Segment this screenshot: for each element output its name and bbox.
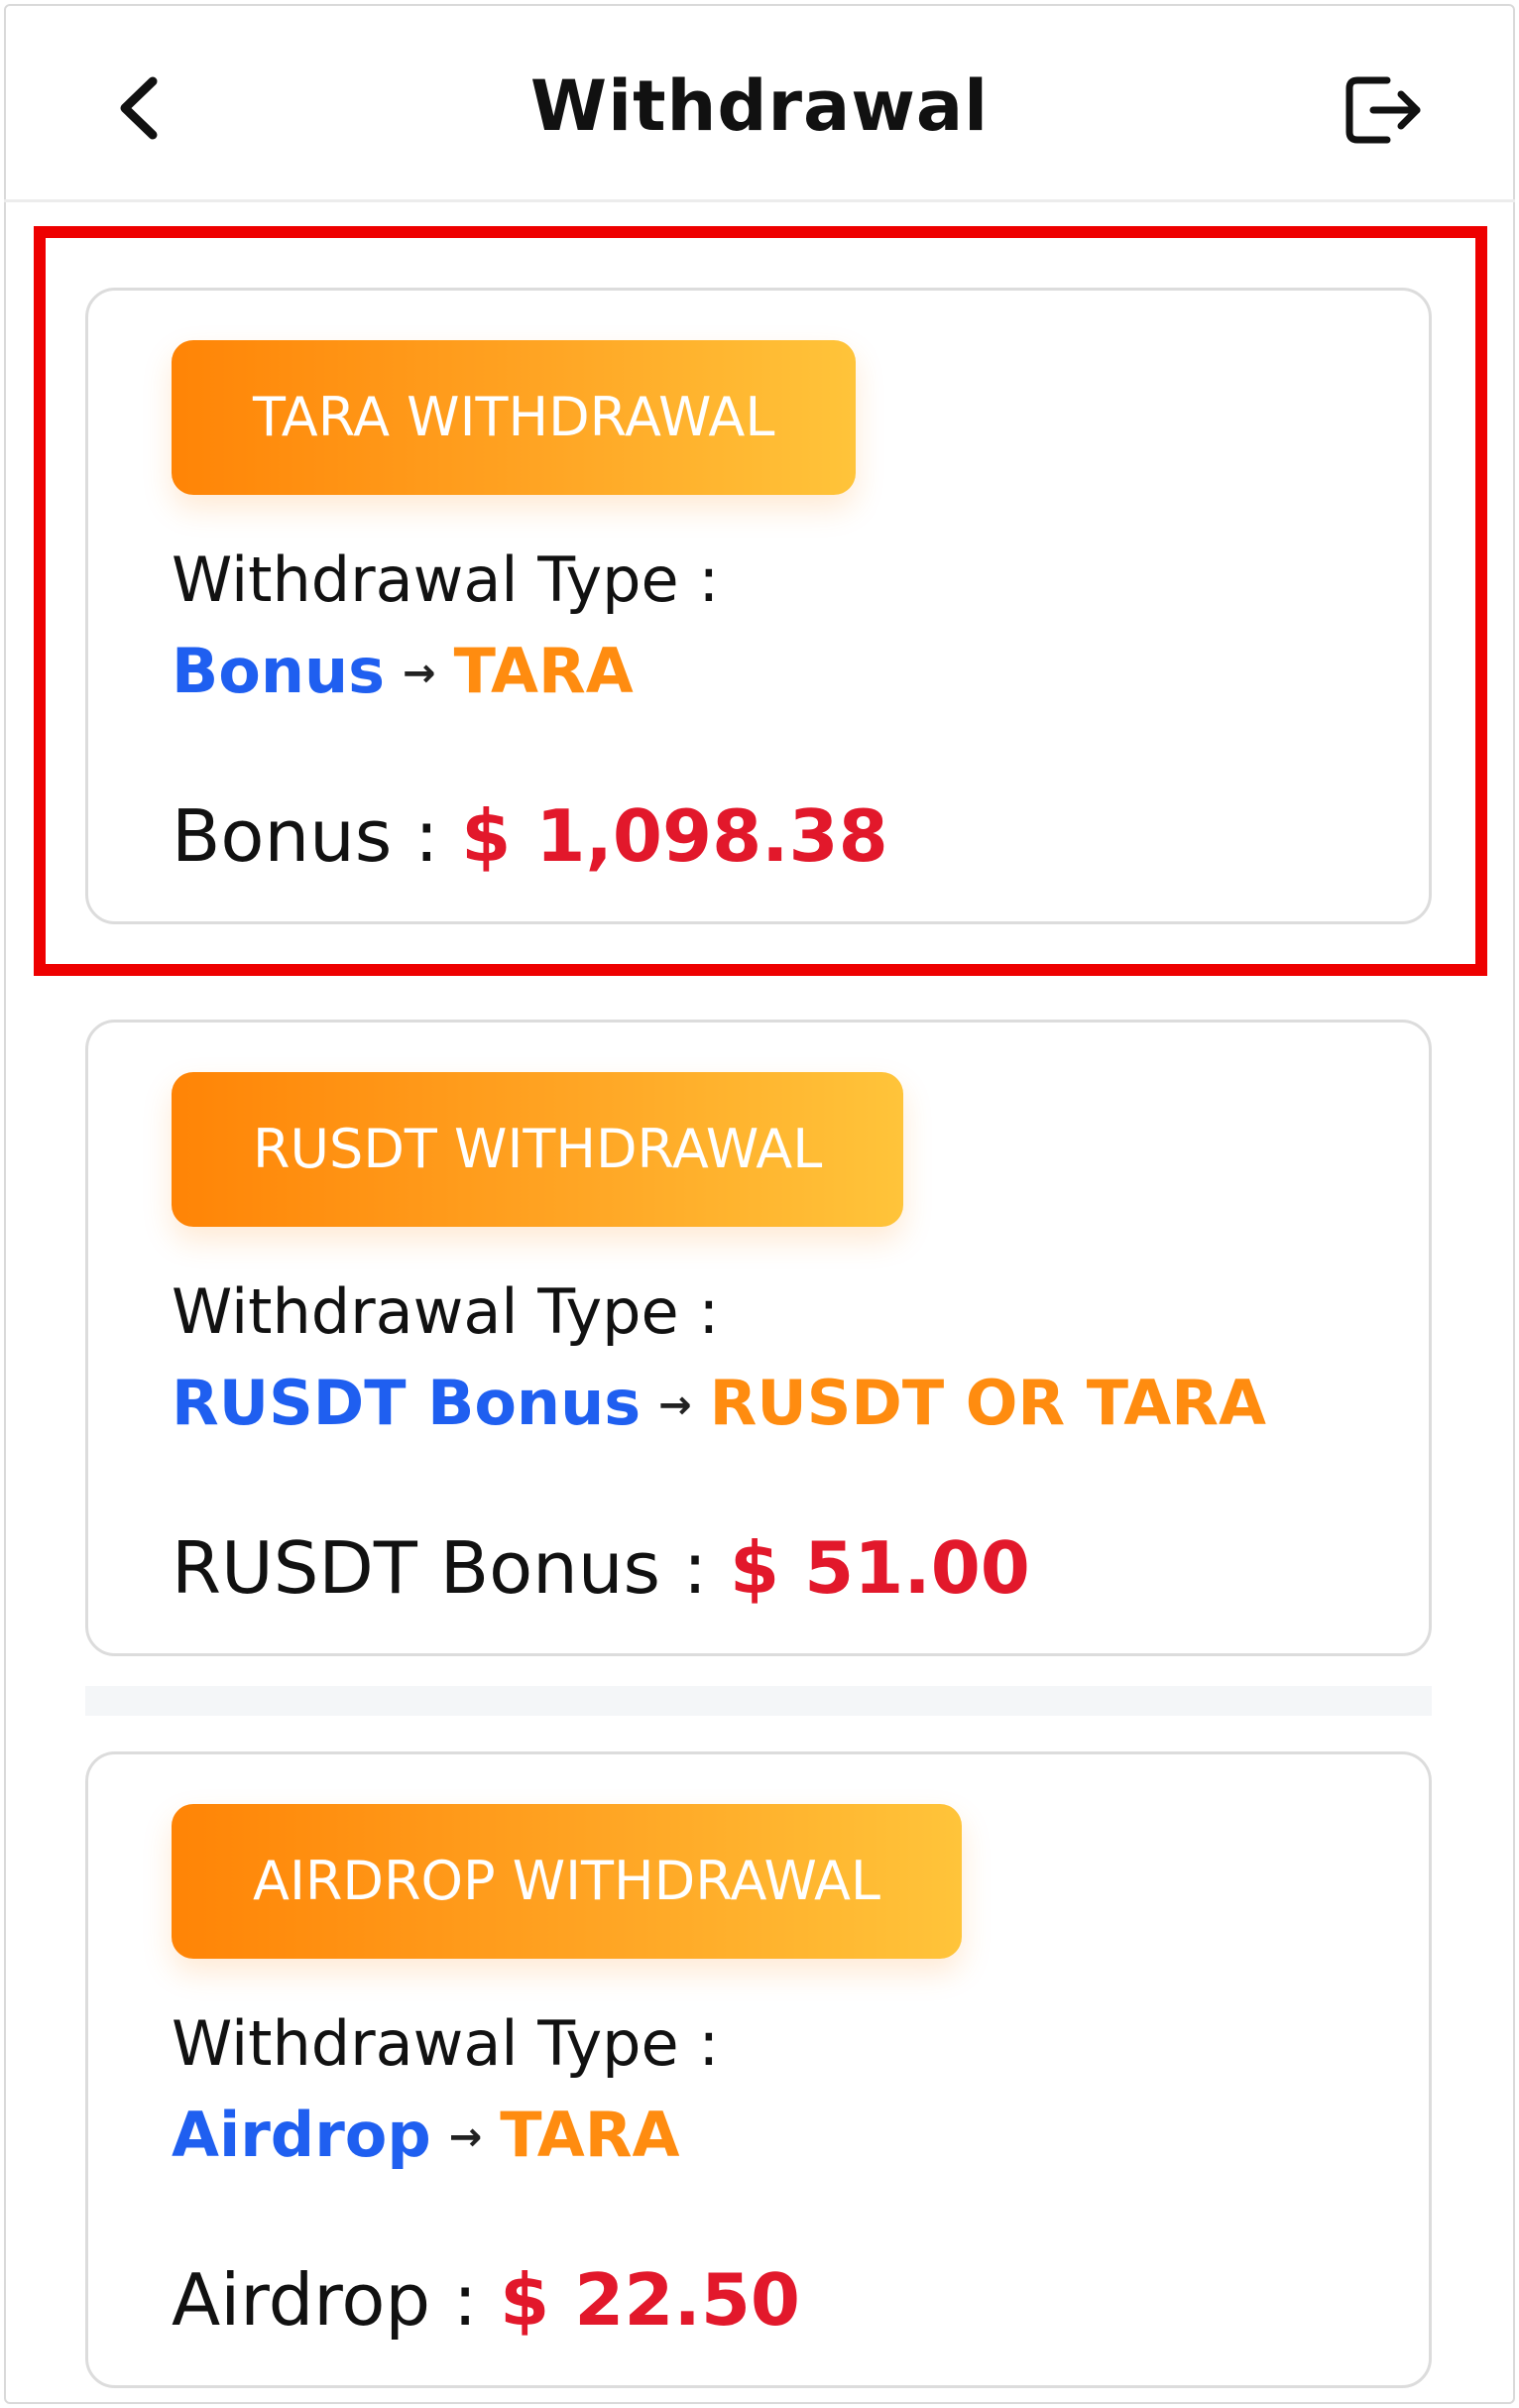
withdrawal-type-flow: Airdrop → TARA [172,2096,679,2183]
destination-wallet: TARA [500,2099,680,2171]
airdrop-withdrawal-button[interactable]: AIRDROP WITHDRAWAL [172,1804,962,1959]
balance-amount: $ 1,098.38 [461,794,888,878]
top-bar: Withdrawal [4,4,1515,202]
arrow-right-icon: → [658,1383,692,1428]
balance-row: Airdrop : $ 22.50 [172,2254,800,2346]
withdrawal-type-label: Withdrawal Type : [172,1275,720,1348]
page-title: Withdrawal [529,65,990,147]
balance-label: Airdrop : [172,2258,478,2342]
balance-amount: $ 51.00 [730,1526,1030,1610]
airdrop-withdrawal-card[interactable]: AIRDROP WITHDRAWAL Withdrawal Type : Air… [85,1751,1432,2388]
destination-wallet: RUSDT OR TARA [709,1367,1266,1439]
source-wallet: Bonus [172,635,386,707]
arrow-right-icon: → [448,2114,483,2160]
withdrawal-type-flow: Bonus → TARA [172,632,634,719]
balance-amount: $ 22.50 [500,2258,801,2342]
balance-label: Bonus : [172,794,439,878]
balance-label: RUSDT Bonus : [172,1526,708,1610]
source-wallet: RUSDT Bonus [172,1367,642,1439]
section-divider [85,1686,1432,1716]
balance-row: RUSDT Bonus : $ 51.00 [172,1522,1030,1614]
balance-row: Bonus : $ 1,098.38 [172,790,888,882]
withdrawal-type-flow: RUSDT Bonus → RUSDT OR TARA [172,1364,1266,1451]
rusdt-withdrawal-button[interactable]: RUSDT WITHDRAWAL [172,1072,904,1227]
withdrawal-type-label: Withdrawal Type : [172,2007,720,2080]
logout-icon [1345,76,1421,144]
tara-withdrawal-button[interactable]: TARA WITHDRAWAL [172,340,857,495]
logout-button[interactable] [1341,67,1426,153]
arrow-right-icon: → [403,651,436,696]
tara-withdrawal-card[interactable]: TARA WITHDRAWAL Withdrawal Type : Bonus →… [85,288,1432,924]
rusdt-withdrawal-card[interactable]: RUSDT WITHDRAWAL Withdrawal Type : RUSDT… [85,1020,1432,1656]
destination-wallet: TARA [453,635,634,707]
withdrawal-type-label: Withdrawal Type : [172,543,720,616]
source-wallet: Airdrop [172,2099,431,2171]
